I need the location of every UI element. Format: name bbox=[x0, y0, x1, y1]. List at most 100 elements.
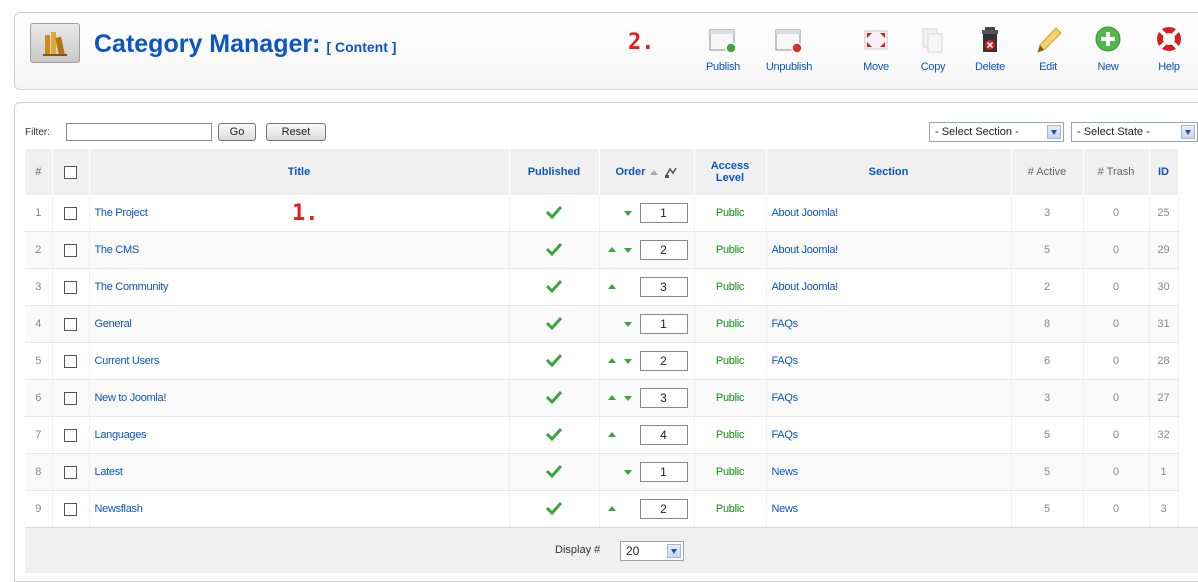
move-down-icon[interactable] bbox=[623, 396, 632, 401]
table-row[interactable]: 9 Newsflash 2 Public News 5 0 3 bbox=[25, 490, 1179, 528]
row-checkbox[interactable] bbox=[64, 502, 77, 516]
order-input[interactable]: 1 bbox=[639, 203, 688, 223]
category-title-link[interactable]: General bbox=[89, 305, 510, 343]
move-up-icon[interactable] bbox=[607, 432, 616, 437]
trash-count: 0 bbox=[1083, 379, 1150, 417]
select-all-checkbox[interactable] bbox=[64, 165, 77, 179]
section-link[interactable]: FAQs bbox=[766, 342, 1012, 380]
state-select[interactable]: - Select State - bbox=[1071, 122, 1198, 142]
delete-button[interactable]: Delete bbox=[963, 24, 1017, 80]
category-title-link[interactable]: Newsflash bbox=[89, 490, 510, 528]
published-check-icon[interactable] bbox=[545, 427, 563, 441]
section-link[interactable]: FAQs bbox=[766, 305, 1012, 343]
published-check-icon[interactable] bbox=[545, 353, 563, 367]
display-limit-select[interactable]: 20 bbox=[620, 541, 684, 561]
row-checkbox[interactable] bbox=[64, 317, 77, 331]
row-checkbox[interactable] bbox=[64, 391, 77, 405]
move-down-icon[interactable] bbox=[623, 359, 632, 364]
table-row[interactable]: 1 The Project 1 Public About Joomla! 3 0 25 bbox=[25, 195, 1179, 232]
section-link[interactable]: News bbox=[766, 490, 1012, 528]
table-row[interactable]: 3 The Community 3 Public About Joomla! 2 0 30 bbox=[25, 268, 1179, 306]
table-row[interactable]: 4 General 1 Public FAQs 8 0 31 bbox=[25, 305, 1179, 343]
column-header-id[interactable]: ID bbox=[1149, 149, 1179, 195]
save-order-icon[interactable] bbox=[664, 166, 678, 179]
table-row[interactable]: 8 Latest 1 Public News 5 0 1 bbox=[25, 453, 1179, 491]
order-input[interactable]: 1 bbox=[639, 462, 688, 482]
published-check-icon[interactable] bbox=[545, 279, 563, 293]
access-level-link[interactable]: Public bbox=[694, 231, 767, 269]
access-level-link[interactable]: Public bbox=[694, 416, 767, 454]
move-up-icon[interactable] bbox=[607, 284, 616, 289]
access-level-link[interactable]: Public bbox=[694, 453, 767, 491]
category-title-link[interactable]: Languages bbox=[89, 416, 510, 454]
order-input[interactable]: 3 bbox=[639, 388, 688, 408]
section-link[interactable]: About Joomla! bbox=[766, 268, 1012, 306]
row-checkbox[interactable] bbox=[64, 206, 77, 220]
access-level-link[interactable]: Public bbox=[694, 195, 767, 232]
move-down-icon[interactable] bbox=[623, 322, 632, 327]
reset-button[interactable]: Reset bbox=[266, 123, 326, 141]
published-check-icon[interactable] bbox=[545, 501, 563, 515]
help-button[interactable]: Help bbox=[1142, 24, 1196, 80]
published-check-icon[interactable] bbox=[545, 390, 563, 404]
order-input[interactable]: 1 bbox=[639, 314, 688, 334]
published-check-icon[interactable] bbox=[545, 464, 563, 478]
order-input[interactable]: 4 bbox=[639, 425, 688, 445]
go-button[interactable]: Go bbox=[218, 123, 256, 141]
access-level-link[interactable]: Public bbox=[694, 305, 767, 343]
table-row[interactable]: 7 Languages 4 Public FAQs 5 0 32 bbox=[25, 416, 1179, 454]
published-check-icon[interactable] bbox=[545, 205, 563, 219]
section-link[interactable]: About Joomla! bbox=[766, 231, 1012, 269]
category-title-link[interactable]: The CMS bbox=[89, 231, 510, 269]
row-checkbox[interactable] bbox=[64, 280, 77, 294]
edit-button[interactable]: Edit bbox=[1021, 24, 1075, 80]
column-header-access[interactable]: Access Level bbox=[694, 149, 767, 195]
access-level-link[interactable]: Public bbox=[694, 268, 767, 306]
category-title-link[interactable]: New to Joomla! bbox=[89, 379, 510, 417]
section-link[interactable]: FAQs bbox=[766, 416, 1012, 454]
row-checkbox[interactable] bbox=[64, 428, 77, 442]
move-down-icon[interactable] bbox=[623, 470, 632, 475]
category-title-link[interactable]: Current Users bbox=[89, 342, 510, 380]
row-checkbox-cell bbox=[52, 490, 90, 528]
published-check-icon[interactable] bbox=[545, 242, 563, 256]
unpublish-button[interactable]: Unpublish bbox=[762, 24, 816, 80]
table-row[interactable]: 2 The CMS 2 Public About Joomla! 5 0 29 bbox=[25, 231, 1179, 269]
section-link[interactable]: FAQs bbox=[766, 379, 1012, 417]
access-level-link[interactable]: Public bbox=[694, 379, 767, 417]
section-link[interactable]: About Joomla! bbox=[766, 195, 1012, 232]
order-input[interactable]: 3 bbox=[639, 277, 688, 297]
order-input[interactable]: 2 bbox=[639, 351, 688, 371]
publish-button[interactable]: Publish bbox=[696, 24, 750, 80]
section-link[interactable]: News bbox=[766, 453, 1012, 491]
published-check-icon[interactable] bbox=[545, 316, 563, 330]
filter-input[interactable] bbox=[66, 123, 212, 141]
row-checkbox[interactable] bbox=[64, 465, 77, 479]
move-up-icon[interactable] bbox=[607, 358, 616, 363]
move-down-icon[interactable] bbox=[623, 248, 632, 253]
column-header-order[interactable]: Order bbox=[599, 149, 695, 195]
move-up-icon[interactable] bbox=[607, 395, 616, 400]
move-down-icon[interactable] bbox=[623, 211, 632, 216]
move-up-icon[interactable] bbox=[607, 247, 616, 252]
row-checkbox[interactable] bbox=[64, 354, 77, 368]
category-title-link[interactable]: Latest bbox=[89, 453, 510, 491]
copy-button[interactable]: Copy bbox=[906, 24, 960, 80]
column-header-section[interactable]: Section bbox=[766, 149, 1012, 195]
category-title-link[interactable]: The Community bbox=[89, 268, 510, 306]
move-up-icon[interactable] bbox=[607, 506, 616, 511]
table-row[interactable]: 5 Current Users 2 Public FAQs 6 0 28 bbox=[25, 342, 1179, 380]
move-button[interactable]: Move bbox=[849, 24, 903, 80]
order-input[interactable]: 2 bbox=[639, 240, 688, 260]
row-checkbox[interactable] bbox=[64, 243, 77, 257]
trash-count: 0 bbox=[1083, 195, 1150, 232]
column-header-published[interactable]: Published bbox=[509, 149, 600, 195]
access-level-link[interactable]: Public bbox=[694, 490, 767, 528]
new-button[interactable]: New bbox=[1081, 24, 1135, 80]
order-input[interactable]: 2 bbox=[639, 499, 688, 519]
column-header-title[interactable]: Title bbox=[89, 149, 510, 195]
order-cell: 1 bbox=[599, 305, 695, 343]
section-select[interactable]: - Select Section - bbox=[929, 122, 1064, 142]
access-level-link[interactable]: Public bbox=[694, 342, 767, 380]
table-row[interactable]: 6 New to Joomla! 3 Public FAQs 3 0 27 bbox=[25, 379, 1179, 417]
